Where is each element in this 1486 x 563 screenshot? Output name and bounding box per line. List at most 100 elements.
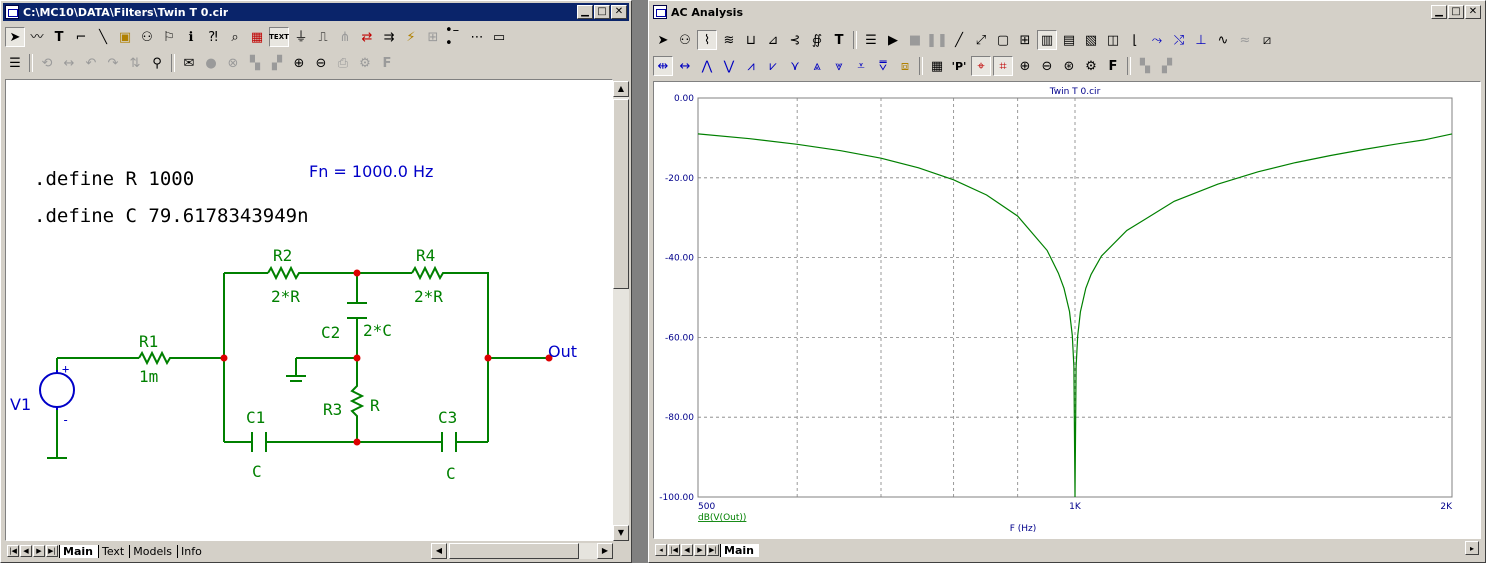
binoculars-icon[interactable]: ⚲ [147,53,167,73]
comment-icon[interactable]: ✉ [179,53,199,73]
prev-page-button[interactable]: ◀ [681,544,693,556]
flip-x-icon[interactable]: ↔ [59,53,79,73]
text-tool-icon[interactable]: T [49,27,69,47]
inflection-icon[interactable]: ⋎ [785,56,805,76]
valley-icon[interactable]: ⋁ [719,56,739,76]
tab-main[interactable]: Main [59,544,98,558]
stop-icon[interactable]: ■ [905,30,925,50]
high-icon[interactable]: ⩘ [741,56,761,76]
peak-icon[interactable]: ⋀ [697,56,717,76]
cursor-h-icon[interactable]: ⇹ [653,56,673,76]
low-icon[interactable]: ⩗ [763,56,783,76]
text-toggle-icon[interactable]: TEXT [269,27,289,47]
table-3-icon[interactable]: ▧ [1081,30,1101,50]
trace-label[interactable]: dB(V(Out)) [698,513,746,523]
capacitor-c1[interactable] [251,432,267,452]
scroll-down-button[interactable]: ▼ [613,525,629,541]
math-icon[interactable]: ∯ [807,30,827,50]
wire-icon[interactable]: 〰 [27,27,47,47]
cursor-move-icon[interactable]: ↔ [675,56,695,76]
font-icon[interactable]: F [1103,56,1123,76]
stepping-icon[interactable]: ▦ [247,27,267,47]
scroll-thumb[interactable] [613,99,629,289]
zoom-in-icon[interactable]: ⊕ [289,53,309,73]
tab-info[interactable]: Info [177,544,207,558]
print-icon[interactable]: ⎙ [333,53,353,73]
resistor-r2[interactable] [267,265,302,281]
cursor-icon[interactable]: ▭ [489,27,509,47]
resistor-r3[interactable] [349,380,365,422]
info-icon[interactable]: ℹ [181,27,201,47]
axis-icon[interactable]: ⌊ [1125,30,1145,50]
scroll-left-small-button[interactable]: ◂ [655,544,667,556]
undo-icon[interactable]: ↶ [81,53,101,73]
zoom-out-icon[interactable]: ⊖ [311,53,331,73]
wire-ortho-icon[interactable]: ⌐ [71,27,91,47]
rotate-icon[interactable]: ⟲ [37,53,57,73]
settings-box-icon[interactable]: ⧈ [895,56,915,76]
first-page-button[interactable]: |◀ [7,545,19,557]
last-page-button[interactable]: ▶| [707,544,719,556]
minimize-button[interactable]: ▁ [1431,5,1447,19]
resistor-r4[interactable] [411,265,446,281]
flag-icon[interactable]: ⚐ [159,27,179,47]
global-high-icon[interactable]: ⩓ [807,56,827,76]
minimize-button[interactable]: ▁ [577,5,593,19]
maximize-button[interactable]: □ [594,5,610,19]
vertical-tag-icon[interactable]: ⌗ [993,56,1013,76]
dots-icon[interactable]: •–• [445,24,465,50]
bottom-icon[interactable]: ⩢ [873,56,893,76]
toggle-icon[interactable]: ⊰ [785,30,805,50]
prev-page-button[interactable]: ◀ [20,545,32,557]
frame-icon[interactable]: ⋯ [467,27,487,47]
line-icon[interactable]: ╲ [93,27,113,47]
close-button[interactable]: ✕ [1465,5,1481,19]
mirror-icon[interactable]: ⇅ [125,53,145,73]
baseline-icon[interactable]: ⊥ [1191,30,1211,50]
check-icon[interactable]: ● [201,53,221,73]
redo-icon[interactable]: ↷ [103,53,123,73]
export-icon[interactable]: ⧄ [1257,30,1277,50]
grid-box-icon[interactable]: ▢ [993,30,1013,50]
find-icon[interactable]: ⌕ [225,27,245,47]
component-icon[interactable]: ⚇ [675,30,695,50]
maximize-button[interactable]: □ [1448,5,1464,19]
tab-models[interactable]: Models [129,544,177,558]
wave-icon[interactable]: ≈ [1235,30,1255,50]
zoom-in-icon[interactable]: ⊕ [1015,56,1035,76]
capacitor-c2[interactable] [347,302,367,319]
help-icon[interactable]: ⁈ [203,27,223,47]
text-tool-icon[interactable]: T [829,30,849,50]
back-icon[interactable]: ▚ [1135,56,1155,76]
attach-icon[interactable]: ⚡ [401,27,421,47]
component-icon[interactable]: ⚇ [137,27,157,47]
window-scroll-right-button[interactable]: ▸ [1465,541,1479,555]
properties-icon[interactable]: ☰ [861,30,881,50]
sine-icon[interactable]: ∿ [1213,30,1233,50]
tab-text[interactable]: Text [97,544,129,558]
select-arrow-icon[interactable]: ➤ [5,27,25,47]
table-1-icon[interactable]: ▥ [1037,30,1057,50]
pause-icon[interactable]: ❚❚ [926,30,948,50]
global-low-icon[interactable]: ⩔ [829,56,849,76]
graph-icon[interactable]: ⌇ [697,30,717,50]
first-page-button[interactable]: |◀ [668,544,680,556]
plot-area[interactable]: 0.00 -20.00 -40.00 -60.00 -80.00 -100.00 500 1K… [653,81,1481,539]
run-icon[interactable]: ▶ [883,30,903,50]
scroll-right-button[interactable]: ▶ [597,543,613,559]
tangent-icon[interactable]: ⤳ [1147,30,1167,50]
capacitor-c3[interactable] [441,432,457,452]
last-page-button[interactable]: ▶| [46,545,58,557]
horizontal-tag-icon[interactable]: ⌖ [971,56,991,76]
schematic-titlebar[interactable]: C:\MC10\DATA\Filters\Twin T 0.cir ▁ □ ✕ [3,3,629,21]
close-button[interactable]: ✕ [611,5,627,19]
table-4-icon[interactable]: ◫ [1103,30,1123,50]
info-box-icon[interactable]: ▣ [115,27,135,47]
grid-icon[interactable]: ⋔ [335,27,355,47]
front-icon[interactable]: ▞ [1157,56,1177,76]
table-2-icon[interactable]: ▤ [1059,30,1079,50]
line-icon[interactable]: ╱ [949,30,969,50]
slope-icon[interactable]: ⤭ [1169,30,1189,50]
zoom-icon[interactable]: ⊞ [423,27,443,47]
schematic-horizontal-scrollbar[interactable]: ◀ ▶ [431,543,613,559]
